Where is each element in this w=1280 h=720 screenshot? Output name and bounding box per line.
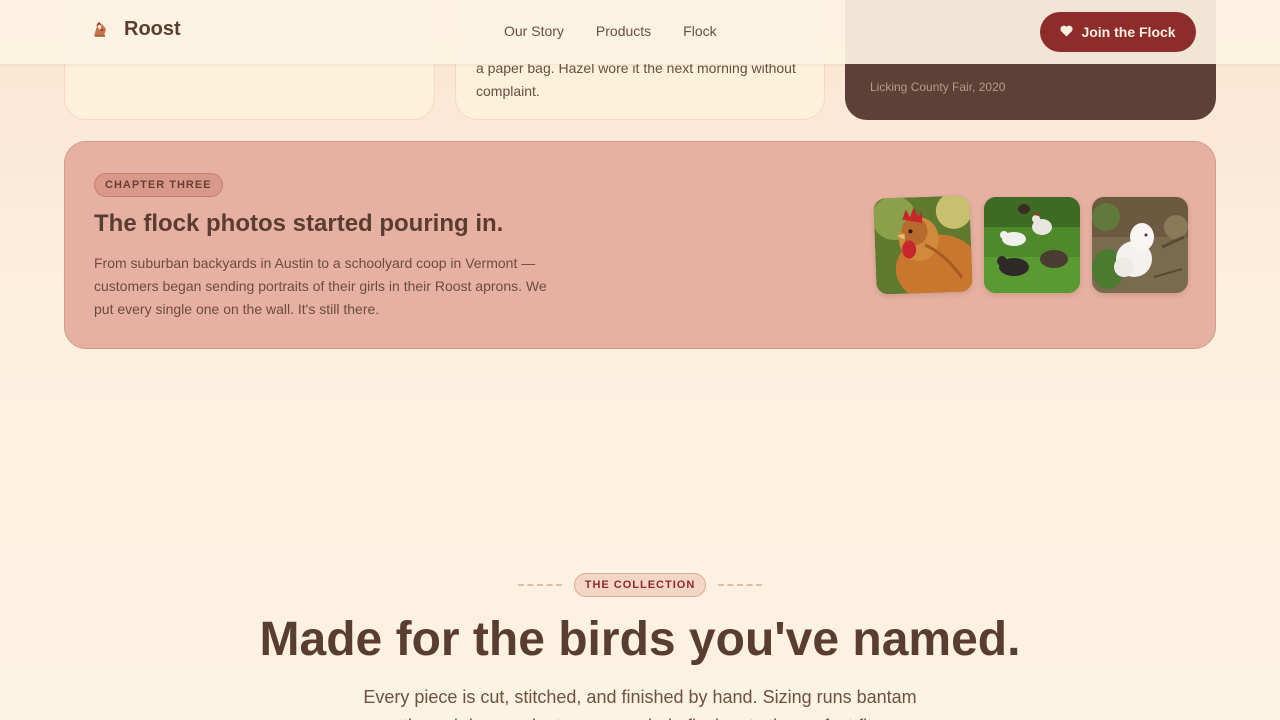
chapter-text: From suburban backyards in Austin to a s… <box>94 255 547 317</box>
eyebrow-dash-left <box>517 584 562 586</box>
collection-subtext: Every piece is cut, stitched, and finish… <box>363 687 917 720</box>
photo-caption: Licking County Fair, 2020 <box>870 80 1006 94</box>
nav-flock[interactable]: Flock <box>683 23 716 39</box>
chapter-three-card: CHAPTER THREE The flock photos started p… <box>64 141 1216 349</box>
site-header: Roost Our Story Products Flock Join the … <box>0 0 1280 64</box>
brand-home-link[interactable]: Roost <box>90 18 181 41</box>
white-silkie-photo <box>1092 197 1188 293</box>
eyebrow-dash-right <box>718 584 763 586</box>
brand-name: Roost <box>124 18 181 40</box>
collection-eyebrow: THE COLLECTION <box>0 573 1280 597</box>
chapter-title: The flock photos started pouring in. <box>94 210 504 237</box>
nav-our-story[interactable]: Our Story <box>504 23 564 39</box>
nav-products[interactable]: Products <box>596 23 651 39</box>
chapter-badge: CHAPTER THREE <box>94 173 223 197</box>
orange-hen-photo <box>873 195 973 295</box>
flock-on-grass-photo <box>984 197 1080 293</box>
collection-headline: Made for the birds you've named. <box>259 613 1021 666</box>
heart-icon <box>1060 24 1073 40</box>
join-the-flock-button[interactable]: Join the Flock <box>1040 12 1196 52</box>
collection-badge: THE COLLECTION <box>573 573 707 597</box>
join-button-label: Join the Flock <box>1081 24 1176 40</box>
rooster-logo-icon <box>90 20 110 40</box>
main-nav: Our Story Products Flock <box>504 23 717 39</box>
